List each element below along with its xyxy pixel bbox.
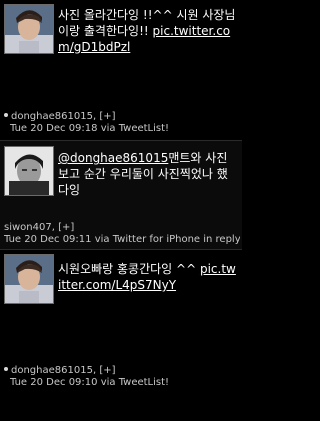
tweet-author[interactable]: donghae861015 — [11, 111, 93, 122]
bullet-icon — [4, 113, 8, 117]
avatar-donghae-icon[interactable] — [4, 254, 54, 304]
bullet-icon — [4, 367, 8, 371]
avatar-siwon-icon[interactable] — [4, 146, 54, 196]
expand-toggle[interactable]: [+] — [99, 365, 115, 376]
tweet-item[interactable]: 시원오빠랑 홍콩간다잉 ^^ pic.twitter.com/L4pS7NyY … — [0, 250, 242, 421]
avatar-donghae-icon[interactable] — [4, 4, 54, 54]
tweet-meta: donghae861015, [+] Tue 20 Dec 09:18 via … — [4, 111, 240, 135]
expand-toggle[interactable]: [+] — [58, 222, 74, 233]
tweet-meta: siwon407, [+] Tue 20 Dec 09:11 via Twitt… — [4, 222, 240, 246]
tweet-text: 시원오빠랑 홍콩간다잉 ^^ pic.twitter.com/L4pS7NyY — [58, 261, 238, 293]
tweet-time: Tue 20 Dec 09:18 via TweetList! — [10, 123, 170, 134]
tweet-item[interactable]: @donghae861015맨트와 사진보고 순간 우리둘이 사진찍었나 했다잉… — [0, 141, 242, 250]
tweet-time: Tue 20 Dec 09:10 via TweetList! — [10, 377, 170, 388]
tweet-item[interactable]: 사진 올라간다잉 !!^^ 시원 사장님이랑 출격한다잉!! pic.twitt… — [0, 0, 242, 141]
tweet-time: Tue 20 Dec 09:11 via Twitter for iPhone … — [4, 234, 240, 245]
tweet-text: 사진 올라간다잉 !!^^ 시원 사장님이랑 출격한다잉!! pic.twitt… — [58, 7, 238, 55]
tweet-text: @donghae861015맨트와 사진보고 순간 우리둘이 사진찍었나 했다잉 — [58, 150, 238, 198]
mention-link[interactable]: @donghae861015 — [58, 151, 168, 165]
tweet-feed: 사진 올라간다잉 !!^^ 시원 사장님이랑 출격한다잉!! pic.twitt… — [0, 0, 242, 421]
tweet-author[interactable]: siwon407 — [4, 222, 52, 233]
tweet-author[interactable]: donghae861015 — [11, 365, 93, 376]
expand-toggle[interactable]: [+] — [99, 111, 115, 122]
tweet-meta: donghae861015, [+] Tue 20 Dec 09:10 via … — [4, 365, 240, 389]
tweet-text-before: 시원오빠랑 홍콩간다잉 ^^ — [58, 262, 200, 276]
